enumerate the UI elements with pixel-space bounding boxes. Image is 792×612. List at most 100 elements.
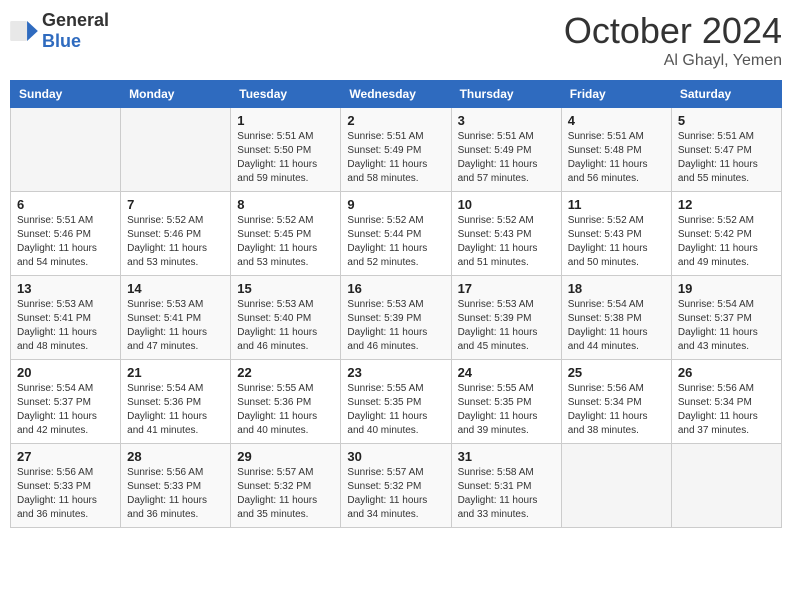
calendar-cell: 14Sunrise: 5:53 AM Sunset: 5:41 PM Dayli… [121, 276, 231, 360]
calendar-cell: 17 Sunrise: 5:53 AM Sunset: 5:39 PM Dayli… [451, 276, 561, 360]
calendar-header-row: SundayMondayTuesdayWednesdayThursdayFrid… [11, 81, 782, 108]
day-number: 29 [237, 449, 334, 464]
calendar-cell: 18 Sunrise: 5:54 AM Sunset: 5:38 PM Dayli… [561, 276, 671, 360]
day-number: 5 [678, 113, 775, 128]
calendar-cell: 8 Sunrise: 5:52 AM Sunset: 5:45 PM Daylig… [231, 192, 341, 276]
calendar-cell: 26 Sunrise: 5:56 AM Sunset: 5:34 PM Dayli… [671, 360, 781, 444]
day-number: 12 [678, 197, 775, 212]
calendar-cell: 19Sunrise: 5:54 AM Sunset: 5:37 PM Dayli… [671, 276, 781, 360]
day-info: Sunrise: 5:51 AM Sunset: 5:46 PM Dayligh… [17, 214, 114, 270]
day-info: Sunrise: 5:55 AM Sunset: 5:36 PM Dayligh… [237, 382, 334, 438]
day-number: 17 [458, 281, 555, 296]
day-info: Sunrise: 5:56 AM Sunset: 5:34 PM Dayligh… [568, 382, 665, 438]
calendar-cell: 12 Sunrise: 5:52 AM Sunset: 5:42 PM Dayli… [671, 192, 781, 276]
calendar-cell [561, 444, 671, 528]
day-number: 13 [17, 281, 114, 296]
header-day-wednesday: Wednesday [341, 81, 451, 108]
calendar-cell: 2 Sunrise: 5:51 AM Sunset: 5:49 PM Daylig… [341, 108, 451, 192]
day-info: Sunrise: 5:56 AM Sunset: 5:33 PM Dayligh… [127, 466, 224, 522]
day-number: 28 [127, 449, 224, 464]
calendar-cell: 5 Sunrise: 5:51 AM Sunset: 5:47 PM Daylig… [671, 108, 781, 192]
calendar-cell: 29 Sunrise: 5:57 AM Sunset: 5:32 PM Dayli… [231, 444, 341, 528]
calendar-cell: 21 Sunrise: 5:54 AM Sunset: 5:36 PM Dayli… [121, 360, 231, 444]
day-info: Sunrise: 5:55 AM Sunset: 5:35 PM Dayligh… [347, 382, 444, 438]
logo-blue: Blue [42, 31, 81, 51]
calendar-week-row: 1Sunrise: 5:51 AM Sunset: 5:50 PM Daylig… [11, 108, 782, 192]
calendar-cell: 11 Sunrise: 5:52 AM Sunset: 5:43 PM Dayli… [561, 192, 671, 276]
day-number: 30 [347, 449, 444, 464]
day-number: 21 [127, 365, 224, 380]
day-info: Sunrise: 5:53 AM Sunset: 5:39 PM Dayligh… [458, 298, 555, 354]
day-number: 18 [568, 281, 665, 296]
header-day-tuesday: Tuesday [231, 81, 341, 108]
calendar-cell: 9Sunrise: 5:52 AM Sunset: 5:44 PM Daylig… [341, 192, 451, 276]
day-number: 31 [458, 449, 555, 464]
calendar-cell: 16 Sunrise: 5:53 AM Sunset: 5:39 PM Dayli… [341, 276, 451, 360]
day-info: Sunrise: 5:58 AM Sunset: 5:31 PM Dayligh… [458, 466, 555, 522]
day-info: Sunrise: 5:52 AM Sunset: 5:43 PM Dayligh… [568, 214, 665, 270]
day-number: 4 [568, 113, 665, 128]
day-info: Sunrise: 5:51 AM Sunset: 5:49 PM Dayligh… [347, 130, 444, 186]
day-info: Sunrise: 5:57 AM Sunset: 5:32 PM Dayligh… [347, 466, 444, 522]
day-number: 27 [17, 449, 114, 464]
day-info: Sunrise: 5:52 AM Sunset: 5:46 PM Dayligh… [127, 214, 224, 270]
day-number: 16 [347, 281, 444, 296]
day-number: 15 [237, 281, 334, 296]
calendar-cell: 31 Sunrise: 5:58 AM Sunset: 5:31 PM Dayli… [451, 444, 561, 528]
day-number: 1 [237, 113, 334, 128]
day-info: Sunrise: 5:53 AM Sunset: 5:39 PM Dayligh… [347, 298, 444, 354]
calendar-cell: 24 Sunrise: 5:55 AM Sunset: 5:35 PM Dayli… [451, 360, 561, 444]
calendar-cell [11, 108, 121, 192]
day-number: 2 [347, 113, 444, 128]
calendar-cell: 28 Sunrise: 5:56 AM Sunset: 5:33 PM Dayli… [121, 444, 231, 528]
calendar-cell: 30 Sunrise: 5:57 AM Sunset: 5:32 PM Dayli… [341, 444, 451, 528]
header-day-sunday: Sunday [11, 81, 121, 108]
day-number: 19 [678, 281, 775, 296]
day-info: Sunrise: 5:54 AM Sunset: 5:38 PM Dayligh… [568, 298, 665, 354]
calendar-cell: 7 Sunrise: 5:52 AM Sunset: 5:46 PM Daylig… [121, 192, 231, 276]
logo: General Blue [10, 10, 109, 52]
day-number: 23 [347, 365, 444, 380]
calendar-week-row: 20 Sunrise: 5:54 AM Sunset: 5:37 PM Dayli… [11, 360, 782, 444]
day-info: Sunrise: 5:51 AM Sunset: 5:47 PM Dayligh… [678, 130, 775, 186]
logo-general: General [42, 10, 109, 30]
day-info: Sunrise: 5:55 AM Sunset: 5:35 PM Dayligh… [458, 382, 555, 438]
day-info: Sunrise: 5:54 AM Sunset: 5:37 PM Dayligh… [17, 382, 114, 438]
day-number: 11 [568, 197, 665, 212]
calendar-cell: 23 Sunrise: 5:55 AM Sunset: 5:35 PM Dayli… [341, 360, 451, 444]
header-day-saturday: Saturday [671, 81, 781, 108]
day-info: Sunrise: 5:53 AM Sunset: 5:41 PM Dayligh… [17, 298, 114, 354]
day-info: Sunrise: 5:54 AM Sunset: 5:36 PM Dayligh… [127, 382, 224, 438]
title-block: October 2024 Al Ghayl, Yemen [564, 10, 782, 70]
calendar-cell: 10Sunrise: 5:52 AM Sunset: 5:43 PM Dayli… [451, 192, 561, 276]
calendar-cell [671, 444, 781, 528]
calendar-cell: 13 Sunrise: 5:53 AM Sunset: 5:41 PM Dayli… [11, 276, 121, 360]
day-info: Sunrise: 5:52 AM Sunset: 5:42 PM Dayligh… [678, 214, 775, 270]
day-info: Sunrise: 5:56 AM Sunset: 5:33 PM Dayligh… [17, 466, 114, 522]
calendar-cell: 6Sunrise: 5:51 AM Sunset: 5:46 PM Daylig… [11, 192, 121, 276]
day-number: 8 [237, 197, 334, 212]
day-number: 9 [347, 197, 444, 212]
day-number: 26 [678, 365, 775, 380]
calendar-cell: 15Sunrise: 5:53 AM Sunset: 5:40 PM Dayli… [231, 276, 341, 360]
day-number: 24 [458, 365, 555, 380]
header-day-friday: Friday [561, 81, 671, 108]
calendar-cell: 27 Sunrise: 5:56 AM Sunset: 5:33 PM Dayli… [11, 444, 121, 528]
day-info: Sunrise: 5:51 AM Sunset: 5:49 PM Dayligh… [458, 130, 555, 186]
calendar-cell: 20 Sunrise: 5:54 AM Sunset: 5:37 PM Dayli… [11, 360, 121, 444]
calendar-cell: 1Sunrise: 5:51 AM Sunset: 5:50 PM Daylig… [231, 108, 341, 192]
logo-icon [10, 21, 38, 41]
calendar-cell: 25 Sunrise: 5:56 AM Sunset: 5:34 PM Dayli… [561, 360, 671, 444]
day-info: Sunrise: 5:57 AM Sunset: 5:32 PM Dayligh… [237, 466, 334, 522]
day-number: 25 [568, 365, 665, 380]
calendar-cell [121, 108, 231, 192]
day-number: 7 [127, 197, 224, 212]
day-info: Sunrise: 5:51 AM Sunset: 5:48 PM Dayligh… [568, 130, 665, 186]
day-number: 3 [458, 113, 555, 128]
calendar-cell: 3 Sunrise: 5:51 AM Sunset: 5:49 PM Daylig… [451, 108, 561, 192]
day-info: Sunrise: 5:56 AM Sunset: 5:34 PM Dayligh… [678, 382, 775, 438]
day-number: 20 [17, 365, 114, 380]
day-info: Sunrise: 5:52 AM Sunset: 5:45 PM Dayligh… [237, 214, 334, 270]
day-info: Sunrise: 5:53 AM Sunset: 5:41 PM Dayligh… [127, 298, 224, 354]
calendar-week-row: 27 Sunrise: 5:56 AM Sunset: 5:33 PM Dayli… [11, 444, 782, 528]
